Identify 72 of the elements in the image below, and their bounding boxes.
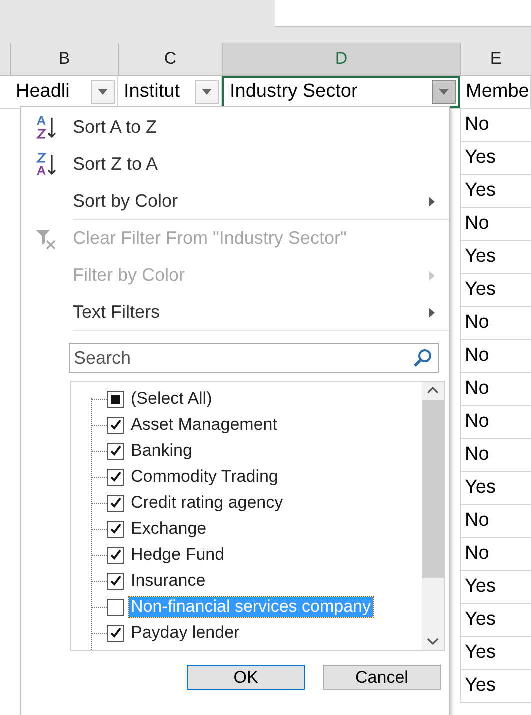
list-item[interactable]: Commodity Trading (129, 467, 280, 487)
list-item[interactable]: Insurance (129, 571, 208, 591)
scroll-up-icon (427, 386, 439, 394)
filter-button[interactable] (91, 80, 115, 104)
menu-item[interactable]: Text Filters (21, 294, 449, 331)
sort-ascending-icon (35, 116, 59, 140)
table-cell: No (460, 208, 531, 241)
column-header[interactable]: D (222, 43, 460, 75)
list-item[interactable]: Credit rating agency (129, 493, 286, 513)
scrollbar[interactable] (422, 382, 444, 650)
dropdown-caret-icon (98, 89, 108, 95)
list-item[interactable]: (Select All) (129, 389, 214, 409)
submenu-arrow-icon (429, 270, 435, 280)
submenu-arrow-icon (429, 308, 435, 318)
checkbox[interactable] (107, 598, 124, 616)
table-cell: Yes (460, 637, 531, 670)
filter-button[interactable] (195, 80, 219, 104)
dialog-button[interactable]: Cancel (323, 665, 441, 690)
check-icon (110, 445, 122, 457)
table-cell: No (460, 373, 531, 406)
checkbox[interactable] (107, 624, 124, 642)
list-item[interactable]: Asset Management (129, 415, 280, 435)
checkbox[interactable] (107, 572, 124, 590)
table-cell: Yes (460, 571, 531, 604)
check-icon (110, 575, 122, 587)
filter-button[interactable] (432, 80, 456, 104)
list-item[interactable]: Hedge Fund (129, 545, 227, 565)
table-cell: Yes (460, 472, 531, 505)
table-cell: No (460, 307, 531, 340)
check-icon (110, 523, 122, 535)
table-cell: No (460, 439, 531, 472)
checkbox[interactable] (107, 468, 124, 486)
check-icon (110, 549, 122, 561)
table-cell: Yes (460, 241, 531, 274)
checkbox[interactable] (107, 416, 124, 434)
dropdown-caret-icon (202, 89, 212, 95)
search-field[interactable]: Search (69, 343, 439, 373)
table-cell: No (460, 109, 531, 142)
checkbox[interactable] (107, 494, 124, 512)
check-icon (110, 471, 122, 483)
table-cell: Yes (460, 604, 531, 637)
table-cell: No (460, 538, 531, 571)
checkbox[interactable] (107, 442, 124, 460)
menu-item[interactable]: Sort by Color (21, 183, 449, 220)
submenu-arrow-icon (429, 196, 435, 206)
checkbox[interactable] (107, 546, 124, 564)
table-cell: Yes (460, 274, 531, 307)
header-text: Institut (124, 81, 181, 103)
table-cell: No (460, 406, 531, 439)
checkbox[interactable] (107, 520, 124, 538)
table-cell: Yes (460, 670, 531, 703)
menu-item[interactable]: Sort Z to A (21, 146, 449, 183)
scroll-down-icon (427, 638, 439, 646)
table-cell: Yes (460, 175, 531, 208)
check-icon (110, 497, 122, 509)
list-item[interactable]: Banking (129, 441, 194, 461)
table-cell: No (460, 340, 531, 373)
header-text: Membe (466, 81, 530, 103)
table-cell: Yes (460, 142, 531, 175)
header-text: Headli (16, 81, 71, 103)
menu-item[interactable]: Sort A to Z (21, 109, 449, 146)
checkbox[interactable] (107, 390, 124, 408)
list-item[interactable]: Payday lender (129, 623, 242, 643)
dialog-button[interactable]: OK (187, 665, 305, 690)
sort-descending-icon (35, 152, 59, 176)
dropdown-caret-icon (439, 89, 449, 95)
search-icon (413, 348, 433, 368)
check-icon (110, 419, 122, 431)
list-item[interactable]: Exchange (129, 519, 209, 539)
check-icon (110, 627, 122, 639)
header-text: Industry Sector (230, 81, 359, 103)
table-cell: No (460, 505, 531, 538)
